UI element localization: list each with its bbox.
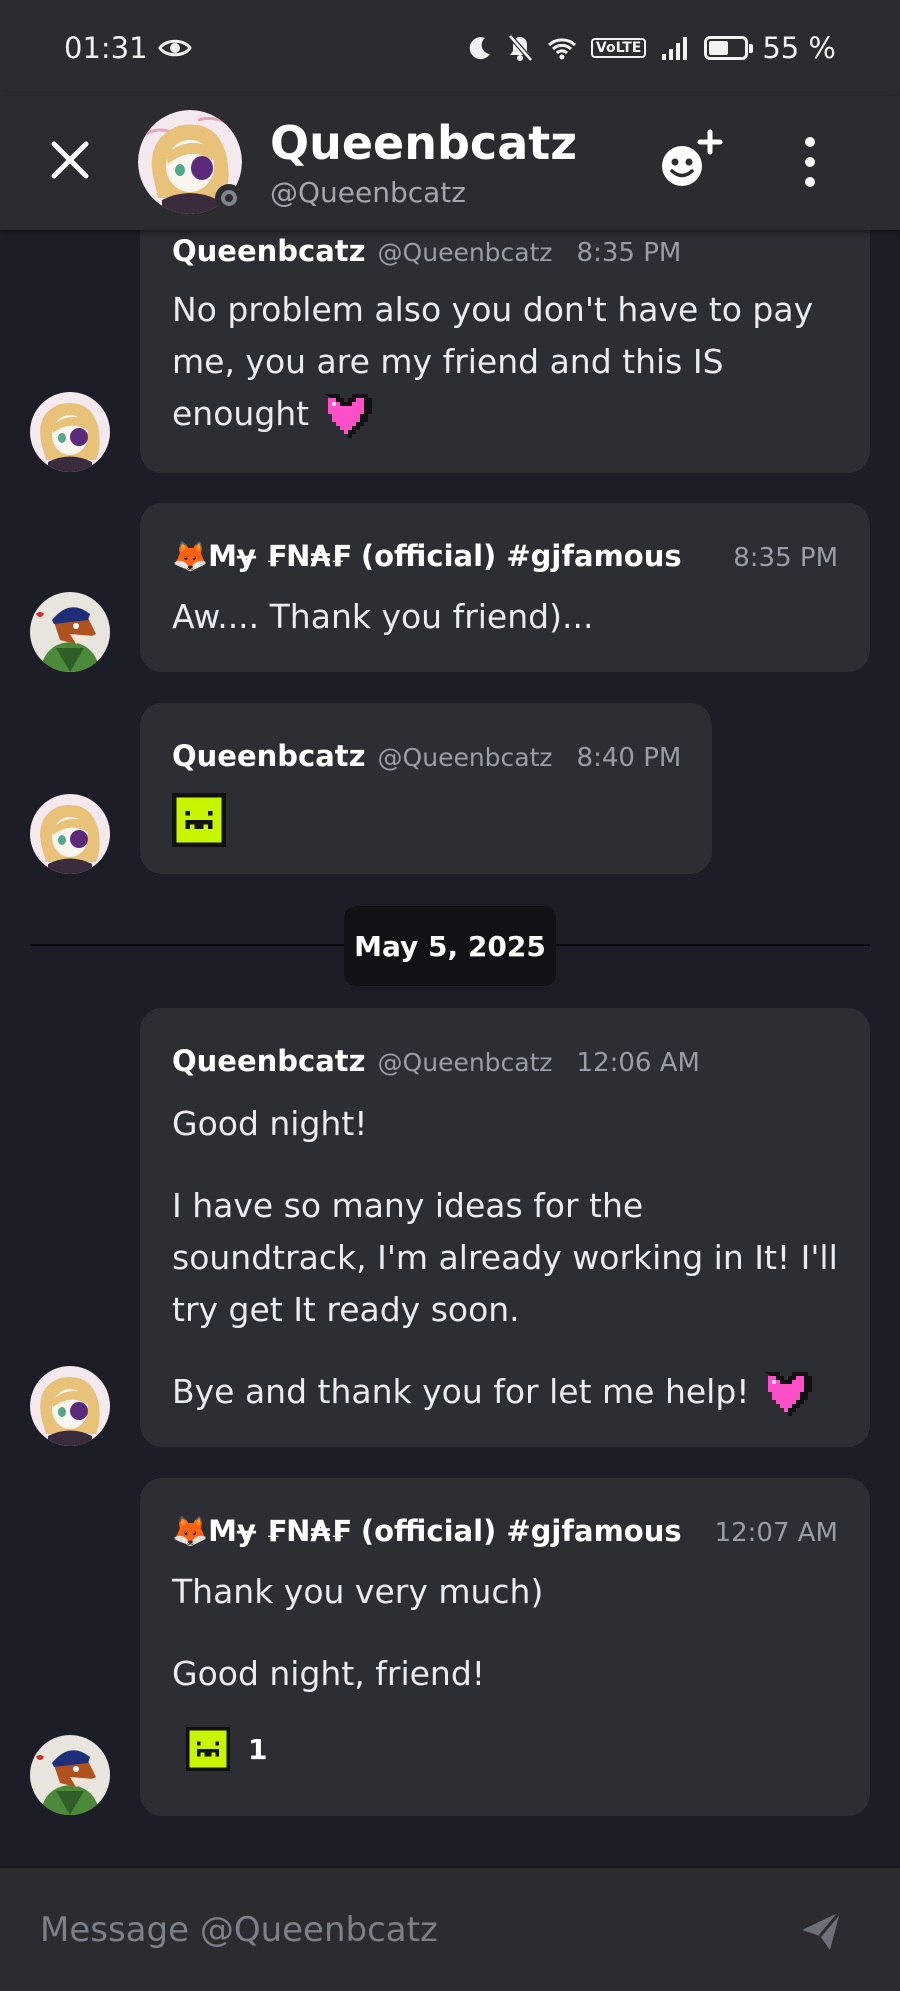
status-bar: 01:31 VoLTE 55 % bbox=[0, 0, 900, 96]
add-friend-icon bbox=[662, 129, 723, 186]
message-card[interactable]: Queenbcatz @Queenbcatz 8:35 PM No proble… bbox=[140, 200, 870, 473]
wifi-icon bbox=[547, 38, 576, 60]
message-timestamp: 8:35 PM bbox=[576, 238, 682, 268]
dm-header: Queenbcatz @Queenbcatz bbox=[0, 96, 900, 230]
reaction-chip[interactable]: 1 bbox=[172, 1722, 276, 1776]
message-timestamp: 8:40 PM bbox=[576, 743, 680, 773]
avatar[interactable] bbox=[30, 1366, 110, 1446]
message-author[interactable]: 🦊Mɏ ₣N₳₣ (official) #gjfamous bbox=[172, 539, 682, 574]
message-author[interactable]: Queenbcatz bbox=[172, 1044, 366, 1078]
message-timestamp: 12:06 AM bbox=[576, 1048, 700, 1078]
message-handle: @Queenbcatz bbox=[377, 238, 553, 267]
pink-heart-emoji bbox=[323, 393, 372, 438]
message-text: Good night! bbox=[172, 1104, 368, 1143]
message-handle: @Queenbcatz bbox=[377, 743, 553, 772]
volte-badge: VoLTE bbox=[590, 38, 647, 58]
lime-smile-emoji bbox=[172, 793, 226, 847]
message-text: Thank you very much) bbox=[172, 1572, 544, 1611]
send-button[interactable] bbox=[796, 1906, 846, 1956]
header-title[interactable]: Queenbcatz bbox=[270, 116, 577, 170]
fox-emoji: 🦊 bbox=[172, 1514, 209, 1548]
eye-icon bbox=[157, 39, 192, 57]
message-text: Good night, friend! bbox=[172, 1654, 486, 1693]
message-text: Aw.... Thank you friend)... bbox=[172, 597, 594, 636]
message-author[interactable]: Queenbcatz bbox=[172, 234, 366, 268]
battery-level bbox=[709, 41, 728, 55]
reaction-count: 1 bbox=[248, 1732, 268, 1766]
clock: 01:31 bbox=[64, 31, 148, 65]
signal-icon bbox=[662, 37, 688, 60]
battery-percent: 55 % bbox=[762, 31, 836, 65]
message-card[interactable]: Queenbcatz @Queenbcatz 8:40 PM bbox=[140, 703, 712, 874]
lime-smile-emoji bbox=[186, 1727, 230, 1771]
message-handle: @Queenbcatz bbox=[377, 1048, 553, 1077]
message-text: I have so many ideas for the soundtrack,… bbox=[172, 1186, 838, 1329]
presence-indicator bbox=[215, 184, 243, 212]
message-card[interactable]: Queenbcatz @Queenbcatz 12:06 AM Good nig… bbox=[140, 1008, 870, 1447]
moon-icon bbox=[469, 37, 490, 60]
pink-heart-emoji bbox=[764, 1371, 813, 1416]
avatar[interactable] bbox=[30, 794, 110, 874]
message-card[interactable]: 🦊Mɏ ₣N₳₣ (official) #gjfamous 8:35 PM Aw… bbox=[140, 503, 870, 672]
date-divider: May 5, 2025 bbox=[344, 906, 556, 986]
message-input[interactable] bbox=[40, 1904, 760, 1956]
message-composer bbox=[0, 1866, 900, 1991]
more-options-button[interactable] bbox=[790, 134, 830, 190]
message-author[interactable]: 🦊Mɏ ₣N₳₣ (official) #gjfamous bbox=[172, 1514, 682, 1549]
message-timestamp: 8:35 PM bbox=[733, 543, 838, 573]
avatar[interactable] bbox=[30, 592, 110, 672]
header-handle: @Queenbcatz bbox=[270, 176, 466, 209]
more-vertical-icon bbox=[805, 137, 815, 187]
send-icon bbox=[802, 1911, 842, 1950]
avatar[interactable] bbox=[30, 1735, 110, 1815]
fox-emoji: 🦊 bbox=[172, 539, 209, 573]
bell-off-icon bbox=[508, 34, 533, 62]
message-text: Bye and thank you for let me help! bbox=[172, 1372, 750, 1411]
battery-icon bbox=[704, 36, 754, 60]
message-timestamp: 12:07 AM bbox=[714, 1518, 838, 1548]
add-friend-button[interactable] bbox=[654, 126, 724, 196]
avatar[interactable] bbox=[30, 392, 110, 472]
message-author[interactable]: Queenbcatz bbox=[172, 739, 366, 773]
close-button[interactable] bbox=[44, 134, 96, 186]
close-icon bbox=[51, 141, 89, 179]
message-text: No problem also you don't have to pay me… bbox=[172, 290, 814, 433]
